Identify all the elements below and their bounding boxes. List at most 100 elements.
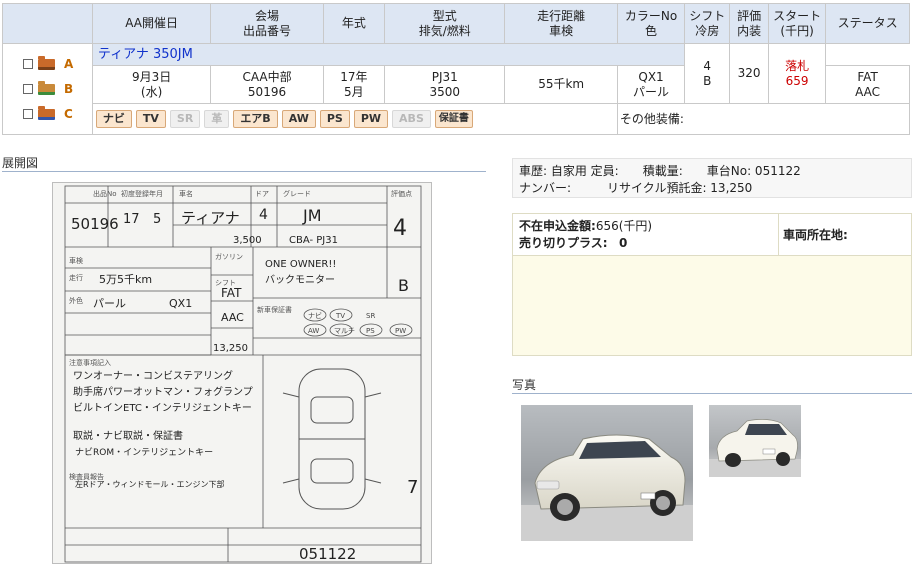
svg-text:7: 7: [407, 477, 418, 498]
selector-label-a: A: [64, 56, 74, 71]
option-airbag: エアB: [233, 110, 278, 128]
header-date: AA開催日: [91, 3, 212, 44]
sheet-type: CBA- PJ31: [289, 235, 338, 246]
auction-table: AA開催日 会場 出品番号 年式 型式 排気/燃料 走行距離 車検 カラーNo 色 シフ…: [2, 3, 911, 135]
price-left: 不在申込金額:656(千円) 売り切りプラス: 0: [513, 214, 779, 255]
option-leather: 革: [204, 110, 230, 128]
sheet-mileage: 5万5千km: [99, 273, 152, 286]
option-tv: TV: [135, 110, 166, 128]
mileage-value: 55千km: [504, 65, 618, 104]
checkbox-b[interactable]: [23, 84, 33, 94]
header-year: 年式: [322, 3, 385, 44]
price-header: 不在申込金額:656(千円) 売り切りプラス: 0 車両所在地:: [513, 214, 911, 256]
checkbox-c[interactable]: [23, 109, 33, 119]
start-value: 320: [729, 43, 769, 104]
svg-text:PS: PS: [366, 327, 375, 335]
svg-text:車検: 車検: [69, 256, 83, 265]
absent-bid-value: 656(千円): [595, 219, 653, 233]
sheet-note-2: 助手席パワーオットマン・フォグランプ: [73, 385, 253, 398]
sheet-note-1: ワンオーナー・コンビステアリング: [73, 369, 233, 382]
sheet-note-3: ビルトインETC・インテリジェントキー: [73, 402, 252, 414]
auction-sheet-drawing: 出品No 初度登録年月 車名 ドア グレード 評価点 車検 走行 外色 シフト …: [64, 185, 422, 563]
vehicle-name[interactable]: ティアナ 350JM: [91, 43, 686, 66]
selector-a[interactable]: A: [3, 52, 92, 77]
selector-label-c: C: [64, 106, 73, 121]
sheet-sales-point-2: バックモニター: [265, 274, 335, 286]
svg-text:TV: TV: [335, 312, 345, 320]
selector-cell: A B C: [2, 43, 93, 135]
sheet-lot-number: 50196: [71, 215, 119, 233]
car-photo-main-image: [521, 405, 693, 541]
header-color: カラーNo 色: [616, 3, 686, 44]
folder-icon: [38, 55, 55, 70]
sheet-ac: AAC: [221, 311, 244, 324]
status-value: 落札 659: [767, 43, 827, 104]
options-row: ナビ TV SR 革エアB AW PS PW ABS 保証書 その他装備:: [3, 103, 911, 135]
sheet-color-code: QX1: [169, 297, 192, 310]
svg-text:出品No: 出品No: [93, 189, 117, 198]
checkbox-a[interactable]: [23, 59, 33, 69]
option-warranty: 保証書: [434, 110, 473, 128]
svg-text:評価点: 評価点: [391, 189, 412, 198]
car-photo-main[interactable]: [521, 405, 693, 541]
sheet-shift: FAT: [221, 286, 242, 300]
svg-text:ナビ: ナビ: [308, 311, 322, 320]
vehicle-location-label: 車両所在地:: [783, 228, 848, 242]
svg-text:グレード: グレード: [283, 189, 311, 198]
auction-sheet-image[interactable]: 出品No 初度登録年月 車名 ドア グレード 評価点 車検 走行 外色 シフト …: [52, 182, 432, 564]
selector-b[interactable]: B: [3, 77, 92, 102]
sheet-note-4: 取説・ナビ取説・保証書: [73, 429, 183, 442]
header-grade: 評価 内装: [729, 3, 769, 44]
header-row: AA開催日 会場 出品番号 年式 型式 排気/燃料 走行距離 車検 カラーNo 色 シフ…: [2, 3, 910, 44]
option-ps: PS: [319, 110, 350, 128]
sheet-grade: JM: [302, 206, 322, 225]
header-venue: 会場 出品番号: [210, 3, 324, 44]
detail-line-2: ナンバー: リサイクル預託金: 13,250: [519, 181, 753, 195]
detail-line-1: 車歴: 自家用 定員: 積載量: 車台No: 051122: [519, 164, 801, 178]
absent-bid-label: 不在申込金額:: [519, 219, 596, 233]
svg-text:ドア: ドア: [255, 190, 269, 198]
date-value: 9月3日 (水): [91, 65, 212, 104]
svg-text:AW: AW: [308, 327, 319, 335]
car-photo-secondary[interactable]: [709, 405, 801, 477]
venue-value: CAA中部 50196: [210, 65, 324, 104]
grade-value: 4B: [684, 43, 731, 104]
svg-text:走行: 走行: [69, 273, 83, 282]
svg-text:新車保証書: 新車保証書: [257, 305, 292, 314]
option-aw: AW: [281, 110, 316, 128]
sheet-year: 17: [123, 212, 140, 227]
options-list: ナビ TV SR 革エアB AW PS PW ABS 保証書: [91, 103, 618, 135]
other-equipment: その他装備:: [616, 103, 911, 135]
sheet-recycle: 13,250: [213, 343, 248, 354]
sheet-color: パール: [93, 297, 126, 310]
model-value: PJ31 3500: [383, 65, 506, 104]
selector-c[interactable]: C: [3, 102, 92, 127]
selector-label-b: B: [64, 81, 74, 96]
sheet-door: 4: [259, 207, 268, 223]
sheet-interior: B: [398, 276, 409, 295]
sheet-score: 4: [393, 216, 407, 241]
option-pw: PW: [353, 110, 389, 128]
svg-text:PW: PW: [395, 327, 406, 335]
svg-text:ガソリン: ガソリン: [215, 252, 243, 261]
option-navi: ナビ: [95, 110, 132, 128]
vehicle-detail-box: 車歴: 自家用 定員: 積載量: 車台No: 051122 ナンバー: リサイク…: [512, 158, 912, 198]
sheet-model-name: ティアナ: [181, 209, 240, 227]
sheet-displacement: 3,500: [233, 235, 262, 246]
sheet-section-title: 展開図: [2, 154, 486, 172]
folder-icon: [38, 105, 55, 120]
price-box: 不在申込金額:656(千円) 売り切りプラス: 0 車両所在地:: [512, 213, 912, 356]
option-sr: SR: [169, 110, 201, 128]
header-mileage: 走行距離 車検: [504, 3, 618, 44]
option-abs: ABS: [392, 110, 431, 128]
svg-text:SR: SR: [366, 312, 375, 320]
color-value: QX1 パール: [616, 65, 686, 104]
header-status: ステータス: [825, 3, 910, 44]
svg-text:車名: 車名: [179, 189, 193, 198]
shift-value: FAT AAC: [825, 65, 910, 104]
svg-text:マルチ: マルチ: [334, 327, 355, 335]
svg-text:初度登録年月: 初度登録年月: [121, 189, 163, 198]
header-corner: [2, 3, 93, 44]
sheet-month: 5: [153, 212, 161, 227]
header-shift: シフト 冷房: [684, 3, 731, 44]
